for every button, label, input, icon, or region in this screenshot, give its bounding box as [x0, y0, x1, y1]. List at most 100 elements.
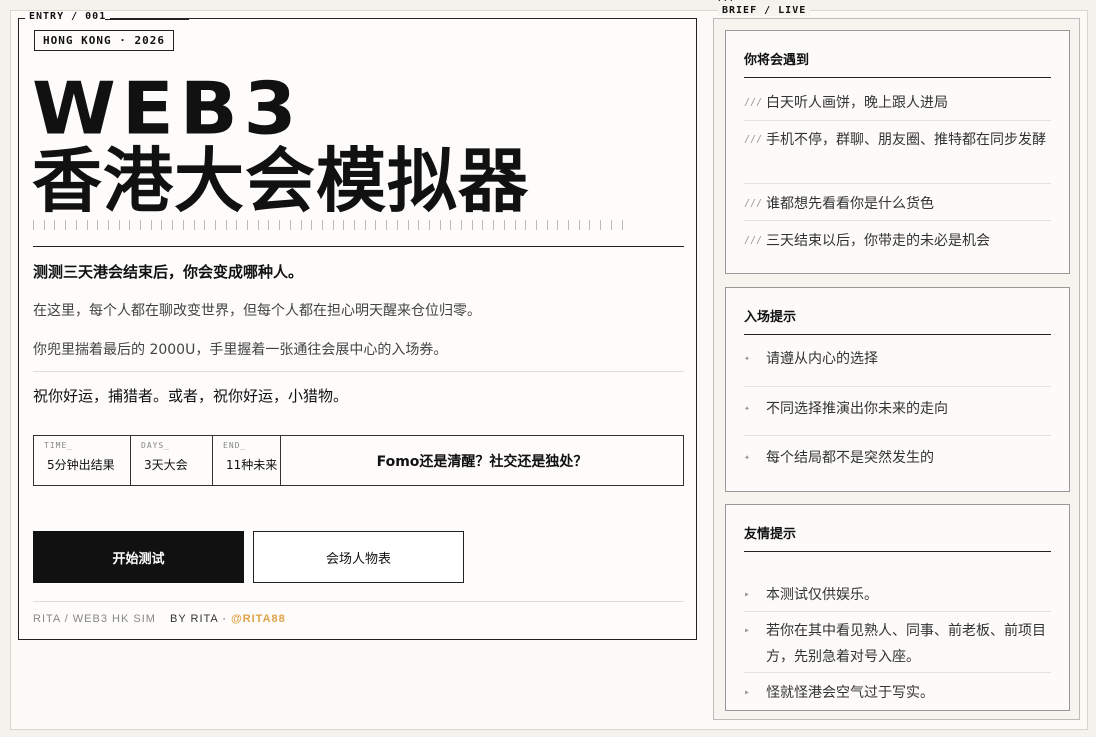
divider — [744, 611, 1051, 612]
triangle-right-icon: ▸ — [744, 687, 751, 698]
title-en: WEB3 — [32, 66, 303, 151]
list-item: ▸ 本测试仅供娱乐。 — [744, 582, 1051, 608]
tick-mark — [396, 220, 398, 230]
footer-site: RITA / WEB3 HK SIM — [33, 613, 156, 625]
divider — [33, 371, 684, 372]
tick-mark — [54, 220, 56, 230]
tick-mark — [161, 220, 163, 230]
stat-end: END_ 11种未来 — [213, 436, 281, 485]
tick-mark — [33, 220, 34, 230]
divider — [744, 672, 1051, 673]
stat-key: TIME_ — [44, 441, 74, 450]
tick-mark — [107, 220, 109, 230]
triangle-right-icon: ▸ — [744, 625, 751, 636]
card-title: 你将会遇到 — [744, 53, 810, 68]
tick-mark — [193, 220, 195, 230]
tick-mark — [621, 220, 623, 230]
stat-key: DAYS_ — [141, 441, 171, 450]
lead-text: 测测三天港会结束后，你会变成哪种人。 — [33, 263, 304, 281]
divider — [744, 386, 1051, 387]
tick-mark — [375, 220, 377, 230]
divider — [33, 601, 684, 602]
tick-mark — [461, 220, 462, 230]
tick-mark — [578, 220, 580, 230]
tick-mark — [610, 220, 612, 230]
tick-mark — [418, 220, 420, 230]
tick-mark — [268, 220, 270, 230]
tick-mark — [321, 220, 323, 230]
divider — [744, 77, 1051, 78]
tick-mark — [493, 220, 495, 230]
intro-paragraph-2: 你兜里揣着最后的 2000U，手里握着一张通往会展中心的入场券。 — [33, 342, 448, 358]
tick-mark — [482, 220, 484, 230]
tick-mark — [289, 220, 291, 230]
tick-mark — [257, 220, 259, 230]
stat-key: END_ — [223, 441, 247, 450]
card-friendly-notice: 友情提示 ▸ 本测试仅供娱乐。 ▸ 若你在其中看见熟人、同事、前老板、前项目方，先别… — [725, 504, 1070, 711]
tick-mark — [97, 220, 99, 230]
tick-mark — [428, 220, 430, 230]
tick-mark — [236, 220, 238, 230]
tick-mark — [407, 220, 409, 230]
tick-mark — [247, 220, 248, 230]
list-item: ▸ 若你在其中看见熟人、同事、前老板、前项目方，先别急着对号入座。 — [744, 618, 1051, 670]
tick-mark — [279, 220, 281, 230]
slash-mark: /// — [718, 0, 736, 3]
stat-time: TIME_ 5分钟出结果 — [34, 436, 131, 485]
list-item: ✦ 不同选择推演出你未来的走向 — [744, 396, 1051, 422]
tick-mark — [525, 220, 527, 230]
tick-mark — [225, 220, 227, 230]
tick-mark — [557, 220, 559, 230]
tick-mark — [204, 220, 206, 230]
tick-mark — [354, 220, 355, 230]
title-cn: 香港大会模拟器 — [32, 140, 529, 222]
tick-ruler — [33, 220, 633, 232]
stat-days: DAYS_ 3天大会 — [131, 436, 213, 485]
card-title: 入场提示 — [744, 310, 797, 325]
divider — [744, 435, 1051, 436]
slash-icon: /// — [744, 97, 763, 108]
tick-mark — [439, 220, 441, 230]
tick-mark — [535, 220, 537, 230]
tick-mark — [450, 220, 452, 230]
divider — [33, 246, 684, 247]
people-list-button[interactable]: 会场人物表 — [253, 531, 464, 583]
blessing-text: 祝你好运，捕猎者。或者，祝你好运，小猎物。 — [33, 387, 349, 405]
tick-mark — [503, 220, 505, 230]
list-item: ///三天结束以后，你带走的未必是机会 — [744, 228, 1051, 254]
tick-mark — [86, 220, 88, 230]
divider — [744, 183, 1051, 184]
sparkle-icon: ✦ — [744, 353, 751, 364]
tick-mark — [311, 220, 313, 230]
entry-tag: ENTRY / 001 — [25, 11, 111, 22]
list-item: ///白天听人画饼，晚上跟人进局 — [744, 90, 1051, 116]
footer: RITA / WEB3 HK SIM BY RITA · @RITA88 — [33, 613, 286, 625]
tick-mark — [150, 220, 152, 230]
list-item: ///谁都想先看看你是什么货色 — [744, 191, 1051, 217]
tick-mark — [589, 220, 591, 230]
tick-mark — [386, 220, 388, 230]
stat-value: 11种未来 — [226, 458, 278, 472]
tick-mark — [182, 220, 184, 230]
author-handle-link[interactable]: @RITA88 — [231, 613, 286, 625]
list-item: ✦ 每个结局都不是突然发生的 — [744, 445, 1051, 471]
tick-mark — [43, 220, 45, 230]
tick-mark — [332, 220, 334, 230]
question-text: Fomo还是清醒？社交还是独处？ — [376, 453, 588, 470]
tick-mark — [129, 220, 131, 230]
tick-mark — [343, 220, 345, 230]
divider — [744, 551, 1051, 552]
intro-panel: ENTRY / 001 HONG KONG · 2026 WEB3 香港大会模拟… — [18, 11, 697, 640]
tick-mark — [140, 220, 141, 230]
stats-bar: TIME_ 5分钟出结果 DAYS_ 3天大会 END_ 11种未来 Fomo还… — [33, 435, 684, 486]
card-entry-tips: 入场提示 ✦ 请遵从内心的选择 ✦ 不同选择推演出你未来的走向 ✦ 每个结局都不是突然… — [725, 287, 1070, 492]
list-item: ▸ 怪就怪港会空气过于写实。 — [744, 680, 1051, 706]
tick-mark — [600, 220, 602, 230]
tick-mark — [172, 220, 174, 230]
divider — [744, 120, 1051, 121]
card-title: 友情提示 — [744, 527, 797, 542]
start-test-button[interactable]: 开始测试 — [33, 531, 244, 583]
tick-mark — [65, 220, 67, 230]
sparkle-icon: ✦ — [744, 452, 751, 463]
divider — [744, 220, 1051, 221]
